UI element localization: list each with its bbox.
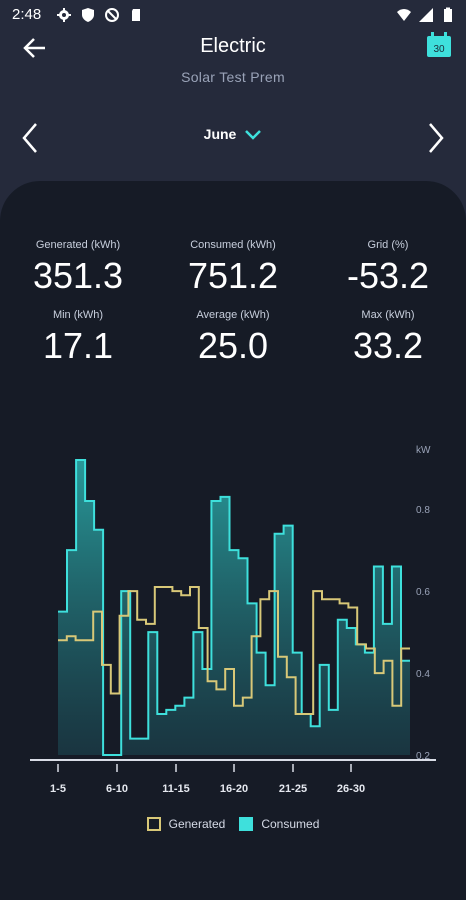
- sim-card-icon: [132, 9, 140, 21]
- calendar-icon[interactable]: 30: [426, 32, 452, 58]
- y-unit-label: kW: [416, 445, 431, 456]
- gear-icon: [57, 8, 71, 22]
- stat-label: Generated (kWh): [35, 239, 121, 251]
- stat-value: 351.3: [32, 255, 124, 296]
- stat-value: 33.2: [352, 325, 424, 366]
- chart-legend: Generated Consumed: [0, 817, 466, 831]
- stat-max: Max (kWh) 33.2: [310, 309, 466, 367]
- month-label: June: [203, 126, 237, 142]
- stat-value: 17.1: [42, 325, 114, 366]
- stat-generated: Generated (kWh) 351.3: [0, 239, 156, 297]
- y-tick-label: 0.2: [416, 751, 430, 762]
- stat-average: Average (kWh) 25.0: [155, 309, 311, 367]
- legend-label: Generated: [168, 817, 226, 831]
- app-header: Electric Solar Test Prem 30: [0, 28, 466, 98]
- battery-icon: [444, 7, 452, 22]
- legend-label: Consumed: [261, 817, 320, 831]
- legend-swatch-generated: [146, 817, 161, 831]
- legend-item-generated[interactable]: Generated: [146, 817, 226, 831]
- x-tick-label: 16-20: [220, 783, 248, 795]
- stat-label: Average (kWh): [196, 309, 270, 321]
- stat-label: Grid (%): [367, 239, 409, 251]
- y-tick-label: 0.8: [416, 505, 430, 516]
- month-nav: June: [0, 118, 466, 158]
- stat-label: Consumed (kWh): [190, 239, 276, 251]
- stat-label: Min (kWh): [52, 309, 104, 321]
- stat-value: 751.2: [187, 255, 279, 296]
- month-selector[interactable]: June: [0, 126, 466, 142]
- stat-value: -53.2: [346, 255, 430, 296]
- chevron-down-icon: [245, 130, 262, 140]
- signal-icon: [419, 8, 433, 22]
- chevron-right-icon[interactable]: [422, 120, 450, 156]
- y-tick-label: 0.4: [416, 669, 430, 680]
- page-title: Electric: [200, 35, 266, 57]
- x-tick-label: 21-25: [279, 783, 307, 795]
- data-saver-icon: [105, 8, 119, 22]
- stat-min: Min (kWh) 17.1: [0, 309, 156, 367]
- y-tick-label: 0.6: [416, 587, 430, 598]
- page-subtitle: Solar Test Prem: [181, 69, 285, 85]
- energy-chart[interactable]: 1-5 6-10 11-15 16-20 21-25 26-30 kW 0.2 0.4 0.6 0.…: [0, 430, 466, 840]
- x-tick-label: 1-5: [50, 783, 66, 795]
- status-bar: 2:48: [0, 0, 466, 30]
- calendar-day: 30: [433, 44, 445, 55]
- stat-value: 25.0: [197, 325, 269, 366]
- legend-swatch-consumed: [239, 817, 254, 831]
- stat-label: Max (kWh): [361, 309, 415, 321]
- x-tick-label: 6-10: [106, 783, 128, 795]
- wifi-icon: [397, 9, 411, 21]
- status-time: 2:48: [12, 6, 42, 23]
- x-tick-label: 11-15: [162, 783, 190, 795]
- shield-icon: [82, 8, 94, 22]
- stat-grid: Grid (%) -53.2: [310, 239, 466, 297]
- legend-item-consumed[interactable]: Consumed: [239, 817, 319, 831]
- stat-consumed: Consumed (kWh) 751.2: [155, 239, 311, 297]
- x-tick-label: 26-30: [337, 783, 365, 795]
